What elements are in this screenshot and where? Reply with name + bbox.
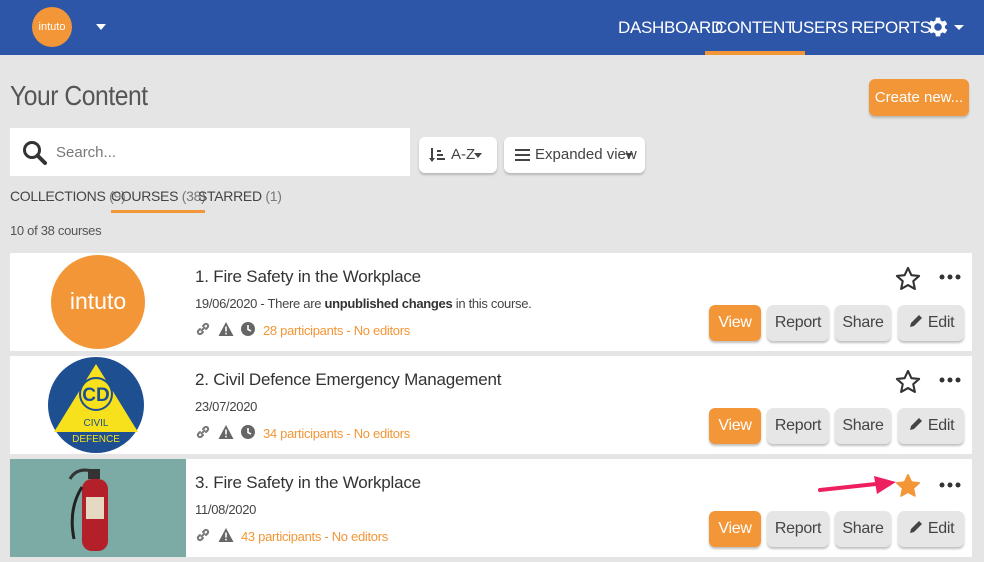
link-icon[interactable]: [195, 424, 211, 440]
logo-menu-caret-icon[interactable]: [96, 24, 106, 30]
top-nav-bar: intuto DASHBOARD CONTENT USERS REPORTS: [0, 0, 984, 55]
civil-defence-logo-image: CD CIVIL DEFENCE: [48, 357, 144, 453]
share-button[interactable]: Share: [835, 408, 891, 444]
star-filled-icon[interactable]: [894, 472, 922, 500]
thumb-defence-text: DEFENCE: [72, 434, 120, 445]
tab-label: COLLECTIONS: [10, 188, 106, 204]
nav-dashboard[interactable]: DASHBOARD: [618, 0, 723, 55]
warning-icon: [218, 528, 234, 542]
edit-label: Edit: [927, 314, 955, 331]
result-count: 10 of 38 courses: [10, 223, 102, 238]
warning-icon: [218, 322, 234, 336]
tab-collections[interactable]: COLLECTIONS (9): [10, 188, 126, 204]
note-prefix: - There are: [257, 296, 325, 311]
intuto-logo-image: intuto: [51, 255, 145, 349]
pencil-icon: [909, 315, 922, 327]
share-button[interactable]: Share: [835, 511, 891, 547]
thumb-logo-text: intuto: [70, 288, 126, 314]
view-caret-icon: [625, 153, 633, 158]
edit-button[interactable]: Edit: [898, 408, 964, 444]
nav-users[interactable]: USERS: [791, 0, 848, 55]
nav-content[interactable]: CONTENT: [704, 0, 806, 55]
course-thumbnail[interactable]: intuto: [10, 253, 186, 351]
intuto-logo[interactable]: intuto: [32, 7, 72, 47]
edit-button[interactable]: Edit: [898, 511, 964, 547]
nav-reports[interactable]: REPORTS: [851, 0, 931, 55]
participants-link[interactable]: 43 participants - No editors: [241, 529, 388, 544]
more-options-icon[interactable]: [938, 481, 962, 489]
report-button[interactable]: Report: [767, 408, 829, 444]
note-bold: unpublished changes: [324, 296, 453, 311]
edit-label: Edit: [927, 520, 955, 537]
view-mode-label: Expanded view: [535, 146, 637, 163]
link-icon[interactable]: [195, 527, 211, 543]
thumb-civil-text: CIVIL: [83, 418, 108, 429]
course-title[interactable]: 2. Civil Defence Emergency Management: [195, 370, 502, 390]
course-title[interactable]: 1. Fire Safety in the Workplace: [195, 267, 421, 287]
clock-icon: [241, 425, 255, 439]
course-date: 19/06/2020 - There are unpublished chang…: [195, 296, 532, 311]
date-value: 23/07/2020: [195, 399, 258, 414]
course-card: intuto 1. Fire Safety in the Workplace 1…: [10, 253, 972, 351]
date-value: 11/08/2020: [195, 502, 257, 517]
more-options-icon[interactable]: [938, 376, 962, 384]
report-button[interactable]: Report: [767, 511, 829, 547]
tab-courses[interactable]: COURSES (38): [111, 188, 206, 213]
warning-icon: [218, 425, 234, 439]
participants-link[interactable]: 34 participants - No editors: [263, 426, 410, 441]
tab-count: (1): [265, 188, 282, 204]
list-icon: [515, 149, 530, 161]
pencil-icon: [909, 418, 922, 430]
course-date: 23/07/2020: [195, 399, 257, 414]
course-date: 11/08/2020: [195, 502, 256, 517]
edit-button[interactable]: Edit: [898, 305, 964, 341]
pencil-icon: [909, 521, 922, 533]
search-box: [10, 128, 410, 176]
tab-starred[interactable]: STARRED (1): [198, 188, 282, 204]
tab-label: STARRED: [198, 188, 262, 204]
view-button[interactable]: View: [709, 511, 761, 547]
thumb-cd-text: CD: [82, 385, 109, 406]
view-button[interactable]: View: [709, 408, 761, 444]
view-button[interactable]: View: [709, 305, 761, 341]
course-card: CD CIVIL DEFENCE 2. Civil Defence Emerge…: [10, 356, 972, 454]
settings-caret-icon[interactable]: [954, 25, 964, 30]
participants-link[interactable]: 28 participants - No editors: [263, 323, 410, 338]
star-outline-icon[interactable]: [894, 265, 922, 293]
date-value: 19/06/2020: [195, 296, 258, 311]
sort-dropdown[interactable]: A-Z: [419, 137, 497, 173]
report-button[interactable]: Report: [767, 305, 829, 341]
link-icon[interactable]: [195, 321, 211, 337]
create-new-button[interactable]: Create new...: [869, 79, 969, 116]
page-title: Your Content: [10, 80, 148, 111]
course-title[interactable]: 3. Fire Safety in the Workplace: [195, 473, 421, 493]
sort-label: A-Z: [451, 146, 476, 163]
course-card: 3. Fire Safety in the Workplace 11/08/20…: [10, 459, 972, 557]
course-thumbnail[interactable]: [10, 459, 186, 557]
gear-icon[interactable]: [925, 14, 951, 40]
sort-caret-icon: [474, 153, 482, 158]
search-icon: [23, 141, 47, 165]
tab-label: COURSES: [111, 188, 179, 204]
edit-label: Edit: [927, 417, 955, 434]
course-thumbnail[interactable]: CD CIVIL DEFENCE: [10, 356, 186, 454]
fire-extinguisher-photo: [10, 459, 186, 557]
sort-icon: [429, 148, 445, 162]
view-mode-dropdown[interactable]: Expanded view: [504, 137, 645, 173]
annotation-arrow-icon: [818, 476, 896, 494]
share-button[interactable]: Share: [835, 305, 891, 341]
more-options-icon[interactable]: [938, 273, 962, 281]
clock-icon: [241, 322, 255, 336]
search-input[interactable]: [56, 136, 396, 168]
note-suffix: in this course.: [452, 296, 532, 311]
star-outline-icon[interactable]: [894, 368, 922, 396]
